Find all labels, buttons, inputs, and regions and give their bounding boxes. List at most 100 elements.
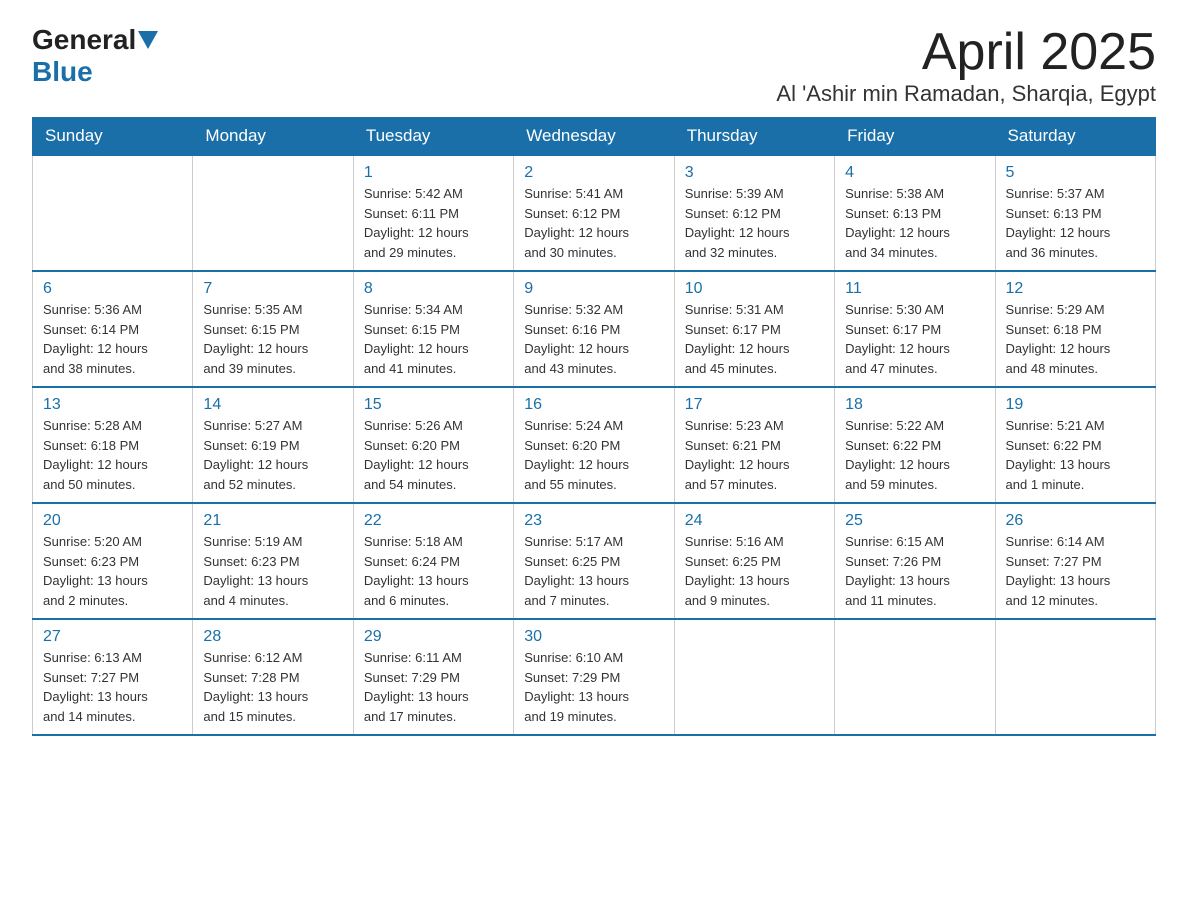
calendar-cell: 11 Sunrise: 5:30 AMSunset: 6:17 PMDayligh…: [835, 271, 995, 387]
header-sunday: Sunday: [33, 118, 193, 156]
day-info: Sunrise: 5:27 AMSunset: 6:19 PMDaylight:…: [203, 416, 342, 494]
day-info: Sunrise: 5:39 AMSunset: 6:12 PMDaylight:…: [685, 184, 824, 262]
calendar-cell: 3 Sunrise: 5:39 AMSunset: 6:12 PMDaylight…: [674, 155, 834, 271]
day-info: Sunrise: 6:13 AMSunset: 7:27 PMDaylight:…: [43, 648, 182, 726]
calendar-week-4: 20 Sunrise: 5:20 AMSunset: 6:23 PMDayligh…: [33, 503, 1156, 619]
calendar-week-1: 1Sunrise: 5:42 AMSunset: 6:11 PMDaylight…: [33, 155, 1156, 271]
day-number: 16: [524, 396, 663, 414]
calendar-cell: 13Sunrise: 5:28 AMSunset: 6:18 PMDayligh…: [33, 387, 193, 503]
day-number: 3: [685, 164, 824, 182]
calendar-cell: 14 Sunrise: 5:27 AMSunset: 6:19 PMDayligh…: [193, 387, 353, 503]
day-info: Sunrise: 5:32 AMSunset: 6:16 PMDaylight:…: [524, 300, 663, 378]
calendar-cell: 25 Sunrise: 6:15 AMSunset: 7:26 PMDayligh…: [835, 503, 995, 619]
calendar-cell: 2 Sunrise: 5:41 AMSunset: 6:12 PMDaylight…: [514, 155, 674, 271]
day-info: Sunrise: 5:35 AMSunset: 6:15 PMDaylight:…: [203, 300, 342, 378]
calendar-cell: 20 Sunrise: 5:20 AMSunset: 6:23 PMDayligh…: [33, 503, 193, 619]
calendar-cell: 16 Sunrise: 5:24 AMSunset: 6:20 PMDayligh…: [514, 387, 674, 503]
logo-blue-text: Blue: [32, 56, 93, 87]
calendar-cell: [193, 155, 353, 271]
calendar-cell: 15 Sunrise: 5:26 AMSunset: 6:20 PMDayligh…: [353, 387, 513, 503]
day-number: 21: [203, 512, 342, 530]
day-info: Sunrise: 6:10 AMSunset: 7:29 PMDaylight:…: [524, 648, 663, 726]
day-info: Sunrise: 5:31 AMSunset: 6:17 PMDaylight:…: [685, 300, 824, 378]
calendar-week-5: 27 Sunrise: 6:13 AMSunset: 7:27 PMDayligh…: [33, 619, 1156, 735]
day-number: 6: [43, 280, 182, 298]
day-info: Sunrise: 5:29 AMSunset: 6:18 PMDaylight:…: [1006, 300, 1145, 378]
day-info: Sunrise: 5:28 AMSunset: 6:18 PMDaylight:…: [43, 416, 182, 494]
calendar-cell: 19 Sunrise: 5:21 AMSunset: 6:22 PMDayligh…: [995, 387, 1155, 503]
page-header: General Blue April 2025 Al 'Ashir min Ra…: [32, 24, 1156, 107]
calendar-cell: 21 Sunrise: 5:19 AMSunset: 6:23 PMDayligh…: [193, 503, 353, 619]
day-number: 4: [845, 164, 984, 182]
calendar-table: SundayMondayTuesdayWednesdayThursdayFrid…: [32, 117, 1156, 736]
day-number: 20: [43, 512, 182, 530]
day-info: Sunrise: 5:20 AMSunset: 6:23 PMDaylight:…: [43, 532, 182, 610]
day-info: Sunrise: 5:30 AMSunset: 6:17 PMDaylight:…: [845, 300, 984, 378]
calendar-cell: 29 Sunrise: 6:11 AMSunset: 7:29 PMDayligh…: [353, 619, 513, 735]
day-info: Sunrise: 6:15 AMSunset: 7:26 PMDaylight:…: [845, 532, 984, 610]
day-number: 7: [203, 280, 342, 298]
day-number: 15: [364, 396, 503, 414]
day-info: Sunrise: 5:37 AMSunset: 6:13 PMDaylight:…: [1006, 184, 1145, 262]
day-number: 29: [364, 628, 503, 646]
calendar-header-row: SundayMondayTuesdayWednesdayThursdayFrid…: [33, 118, 1156, 156]
day-number: 25: [845, 512, 984, 530]
calendar-cell: 4Sunrise: 5:38 AMSunset: 6:13 PMDaylight…: [835, 155, 995, 271]
calendar-cell: 9 Sunrise: 5:32 AMSunset: 6:16 PMDaylight…: [514, 271, 674, 387]
day-info: Sunrise: 5:24 AMSunset: 6:20 PMDaylight:…: [524, 416, 663, 494]
calendar-cell: 10Sunrise: 5:31 AMSunset: 6:17 PMDayligh…: [674, 271, 834, 387]
day-info: Sunrise: 6:11 AMSunset: 7:29 PMDaylight:…: [364, 648, 503, 726]
calendar-cell: [995, 619, 1155, 735]
calendar-cell: 18 Sunrise: 5:22 AMSunset: 6:22 PMDayligh…: [835, 387, 995, 503]
day-number: 22: [364, 512, 503, 530]
calendar-cell: 1Sunrise: 5:42 AMSunset: 6:11 PMDaylight…: [353, 155, 513, 271]
day-number: 2: [524, 164, 663, 182]
calendar-cell: 6 Sunrise: 5:36 AMSunset: 6:14 PMDaylight…: [33, 271, 193, 387]
day-number: 8: [364, 280, 503, 298]
day-info: Sunrise: 5:41 AMSunset: 6:12 PMDaylight:…: [524, 184, 663, 262]
day-info: Sunrise: 5:18 AMSunset: 6:24 PMDaylight:…: [364, 532, 503, 610]
day-info: Sunrise: 5:22 AMSunset: 6:22 PMDaylight:…: [845, 416, 984, 494]
day-number: 1: [364, 164, 503, 182]
calendar-cell: 26Sunrise: 6:14 AMSunset: 7:27 PMDayligh…: [995, 503, 1155, 619]
day-number: 9: [524, 280, 663, 298]
calendar-cell: 27 Sunrise: 6:13 AMSunset: 7:27 PMDayligh…: [33, 619, 193, 735]
day-number: 14: [203, 396, 342, 414]
day-info: Sunrise: 5:23 AMSunset: 6:21 PMDaylight:…: [685, 416, 824, 494]
calendar-cell: 12Sunrise: 5:29 AMSunset: 6:18 PMDayligh…: [995, 271, 1155, 387]
day-info: Sunrise: 5:26 AMSunset: 6:20 PMDaylight:…: [364, 416, 503, 494]
header-saturday: Saturday: [995, 118, 1155, 156]
day-number: 18: [845, 396, 984, 414]
day-number: 24: [685, 512, 824, 530]
day-number: 28: [203, 628, 342, 646]
page-title: April 2025: [776, 24, 1156, 81]
day-number: 11: [845, 280, 984, 298]
day-info: Sunrise: 5:19 AMSunset: 6:23 PMDaylight:…: [203, 532, 342, 610]
day-number: 19: [1006, 396, 1145, 414]
day-number: 5: [1006, 164, 1145, 182]
day-info: Sunrise: 6:12 AMSunset: 7:28 PMDaylight:…: [203, 648, 342, 726]
page-subtitle: Al 'Ashir min Ramadan, Sharqia, Egypt: [776, 81, 1156, 107]
day-info: Sunrise: 5:34 AMSunset: 6:15 PMDaylight:…: [364, 300, 503, 378]
calendar-cell: 22 Sunrise: 5:18 AMSunset: 6:24 PMDayligh…: [353, 503, 513, 619]
calendar-cell: [33, 155, 193, 271]
day-info: Sunrise: 5:21 AMSunset: 6:22 PMDaylight:…: [1006, 416, 1145, 494]
header-thursday: Thursday: [674, 118, 834, 156]
calendar-cell: 24 Sunrise: 5:16 AMSunset: 6:25 PMDayligh…: [674, 503, 834, 619]
header-wednesday: Wednesday: [514, 118, 674, 156]
calendar-cell: 28 Sunrise: 6:12 AMSunset: 7:28 PMDayligh…: [193, 619, 353, 735]
day-number: 26: [1006, 512, 1145, 530]
day-info: Sunrise: 5:17 AMSunset: 6:25 PMDaylight:…: [524, 532, 663, 610]
day-info: Sunrise: 5:36 AMSunset: 6:14 PMDaylight:…: [43, 300, 182, 378]
day-number: 30: [524, 628, 663, 646]
day-number: 27: [43, 628, 182, 646]
day-info: Sunrise: 5:16 AMSunset: 6:25 PMDaylight:…: [685, 532, 824, 610]
calendar-week-3: 13Sunrise: 5:28 AMSunset: 6:18 PMDayligh…: [33, 387, 1156, 503]
logo-general-text: General: [32, 24, 136, 56]
calendar-cell: 5 Sunrise: 5:37 AMSunset: 6:13 PMDaylight…: [995, 155, 1155, 271]
logo: General Blue: [32, 24, 160, 88]
calendar-cell: [674, 619, 834, 735]
calendar-week-2: 6 Sunrise: 5:36 AMSunset: 6:14 PMDaylight…: [33, 271, 1156, 387]
header-friday: Friday: [835, 118, 995, 156]
calendar-cell: [835, 619, 995, 735]
